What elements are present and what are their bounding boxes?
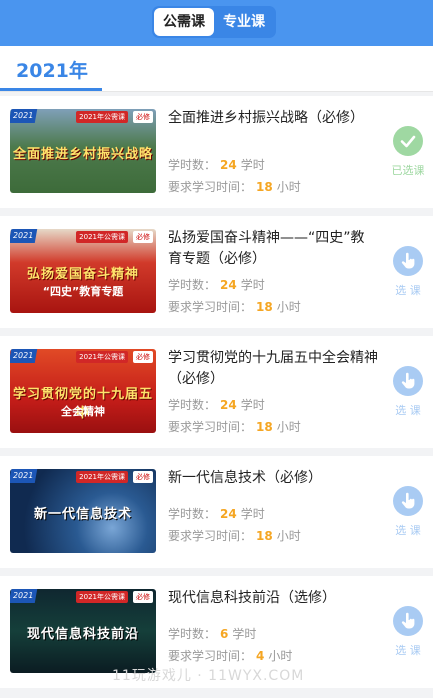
course-title[interactable]: 全面推进乡村振兴战略（必修） (168, 108, 378, 129)
hand-pointer-icon (393, 486, 423, 516)
thumb-banner-subtext: “四史”教育专题 (42, 285, 124, 298)
select-label: 选 课 (395, 644, 421, 657)
select-label: 选 课 (395, 524, 421, 537)
course-thumbnail: 2021 2021年公需课 必修 现代信息科技前沿 (10, 589, 156, 673)
year-tab[interactable]: 2021年 (16, 56, 88, 83)
select-label: 选 课 (395, 404, 421, 417)
check-icon (393, 126, 423, 156)
select-course-button[interactable]: 选 课 (391, 486, 425, 538)
course-title[interactable]: 新一代信息技术（必修） (168, 468, 378, 489)
course-item[interactable]: 2021 2021年公需课 必修 全面推进乡村振兴战略 全面推进乡村振兴战略（必… (0, 96, 433, 208)
thumb-category-tag: 2021年公需课 (76, 351, 128, 363)
course-thumbnail: 2021 2021年公需课 必修 新一代信息技术 (10, 469, 156, 553)
hand-pointer-icon (393, 366, 423, 396)
course-study-time: 要求学习时间： 18 小时 (168, 420, 301, 434)
tab-public-course[interactable]: 公需课 (154, 8, 214, 36)
hand-pointer-icon (393, 606, 423, 636)
course-selected-status[interactable]: 已选课 (391, 126, 425, 178)
thumb-year-tag: 2021 (10, 469, 38, 483)
course-item[interactable]: 2021 2021年公需课 必修 弘扬爱国奋斗精神 “四史”教育专题 弘扬爱国奋… (0, 216, 433, 328)
select-course-button[interactable]: 选 课 (391, 366, 425, 418)
course-title[interactable]: 弘扬爱国奋斗精神——“四史”教育专题（必修） (168, 228, 378, 270)
top-header: 公需课 专业课 (0, 0, 433, 46)
course-item[interactable]: 2021 2021年公需课 必修 学习贯彻党的十九届五中 全会精神 学习贯彻党的… (0, 336, 433, 448)
thumb-banner-text: 全面推进乡村振兴战略 (12, 147, 153, 162)
year-tab-bar: 2021年 (0, 46, 433, 92)
thumb-year-tag: 2021 (10, 349, 38, 363)
selected-label: 已选课 (391, 164, 425, 177)
thumb-year-tag: 2021 (10, 229, 38, 243)
year-tab-underline (0, 88, 102, 91)
thumb-banner-text: 弘扬爱国奋斗精神 (26, 267, 139, 282)
course-study-time: 要求学习时间： 4 小时 (168, 649, 293, 663)
thumb-year-tag: 2021 (10, 589, 38, 603)
thumb-year-tag: 2021 (10, 109, 38, 123)
course-study-time: 要求学习时间： 18 小时 (168, 529, 301, 543)
course-hours: 学时数： 6 学时 (168, 627, 257, 641)
thumb-required-tag: 必修 (133, 471, 153, 483)
course-thumbnail: 2021 2021年公需课 必修 学习贯彻党的十九届五中 全会精神 (10, 349, 156, 433)
thumb-required-tag: 必修 (133, 231, 153, 243)
thumb-category-tag: 2021年公需课 (76, 111, 128, 123)
course-thumbnail: 2021 2021年公需课 必修 全面推进乡村振兴战略 (10, 109, 156, 193)
course-hours: 学时数： 24 学时 (168, 158, 265, 172)
course-study-time: 要求学习时间： 18 小时 (168, 300, 301, 314)
select-label: 选 课 (395, 284, 421, 297)
thumb-banner-subtext: 全会精神 (61, 405, 105, 418)
course-title[interactable]: 现代信息科技前沿（选修） (168, 588, 378, 609)
thumb-required-tag: 必修 (133, 351, 153, 363)
hand-pointer-icon (393, 246, 423, 276)
watermark: 11玩游戏儿 · 11WYX.COM (112, 668, 305, 684)
thumb-banner-text: 现代信息科技前沿 (26, 627, 139, 642)
course-item[interactable]: 2021 2021年公需课 必修 新一代信息技术 新一代信息技术（必修） 学时数… (0, 456, 433, 568)
course-hours: 学时数： 24 学时 (168, 278, 265, 292)
course-hours: 学时数： 24 学时 (168, 507, 265, 521)
course-hours: 学时数： 24 学时 (168, 398, 265, 412)
thumb-category-tag: 2021年公需课 (76, 471, 128, 483)
course-thumbnail: 2021 2021年公需课 必修 弘扬爱国奋斗精神 “四史”教育专题 (10, 229, 156, 313)
select-course-button[interactable]: 选 课 (391, 246, 425, 298)
thumb-category-tag: 2021年公需课 (76, 231, 128, 243)
course-study-time: 要求学习时间： 18 小时 (168, 180, 301, 194)
select-course-button[interactable]: 选 课 (391, 606, 425, 658)
tab-professional-course[interactable]: 专业课 (214, 8, 274, 36)
course-title[interactable]: 学习贯彻党的十九届五中全会精神（必修） (168, 348, 378, 390)
thumb-banner-text: 新一代信息技术 (33, 507, 132, 522)
course-type-tabs: 公需课 专业课 (152, 6, 276, 38)
thumb-required-tag: 必修 (133, 111, 153, 123)
thumb-required-tag: 必修 (133, 591, 153, 603)
thumb-category-tag: 2021年公需课 (76, 591, 128, 603)
